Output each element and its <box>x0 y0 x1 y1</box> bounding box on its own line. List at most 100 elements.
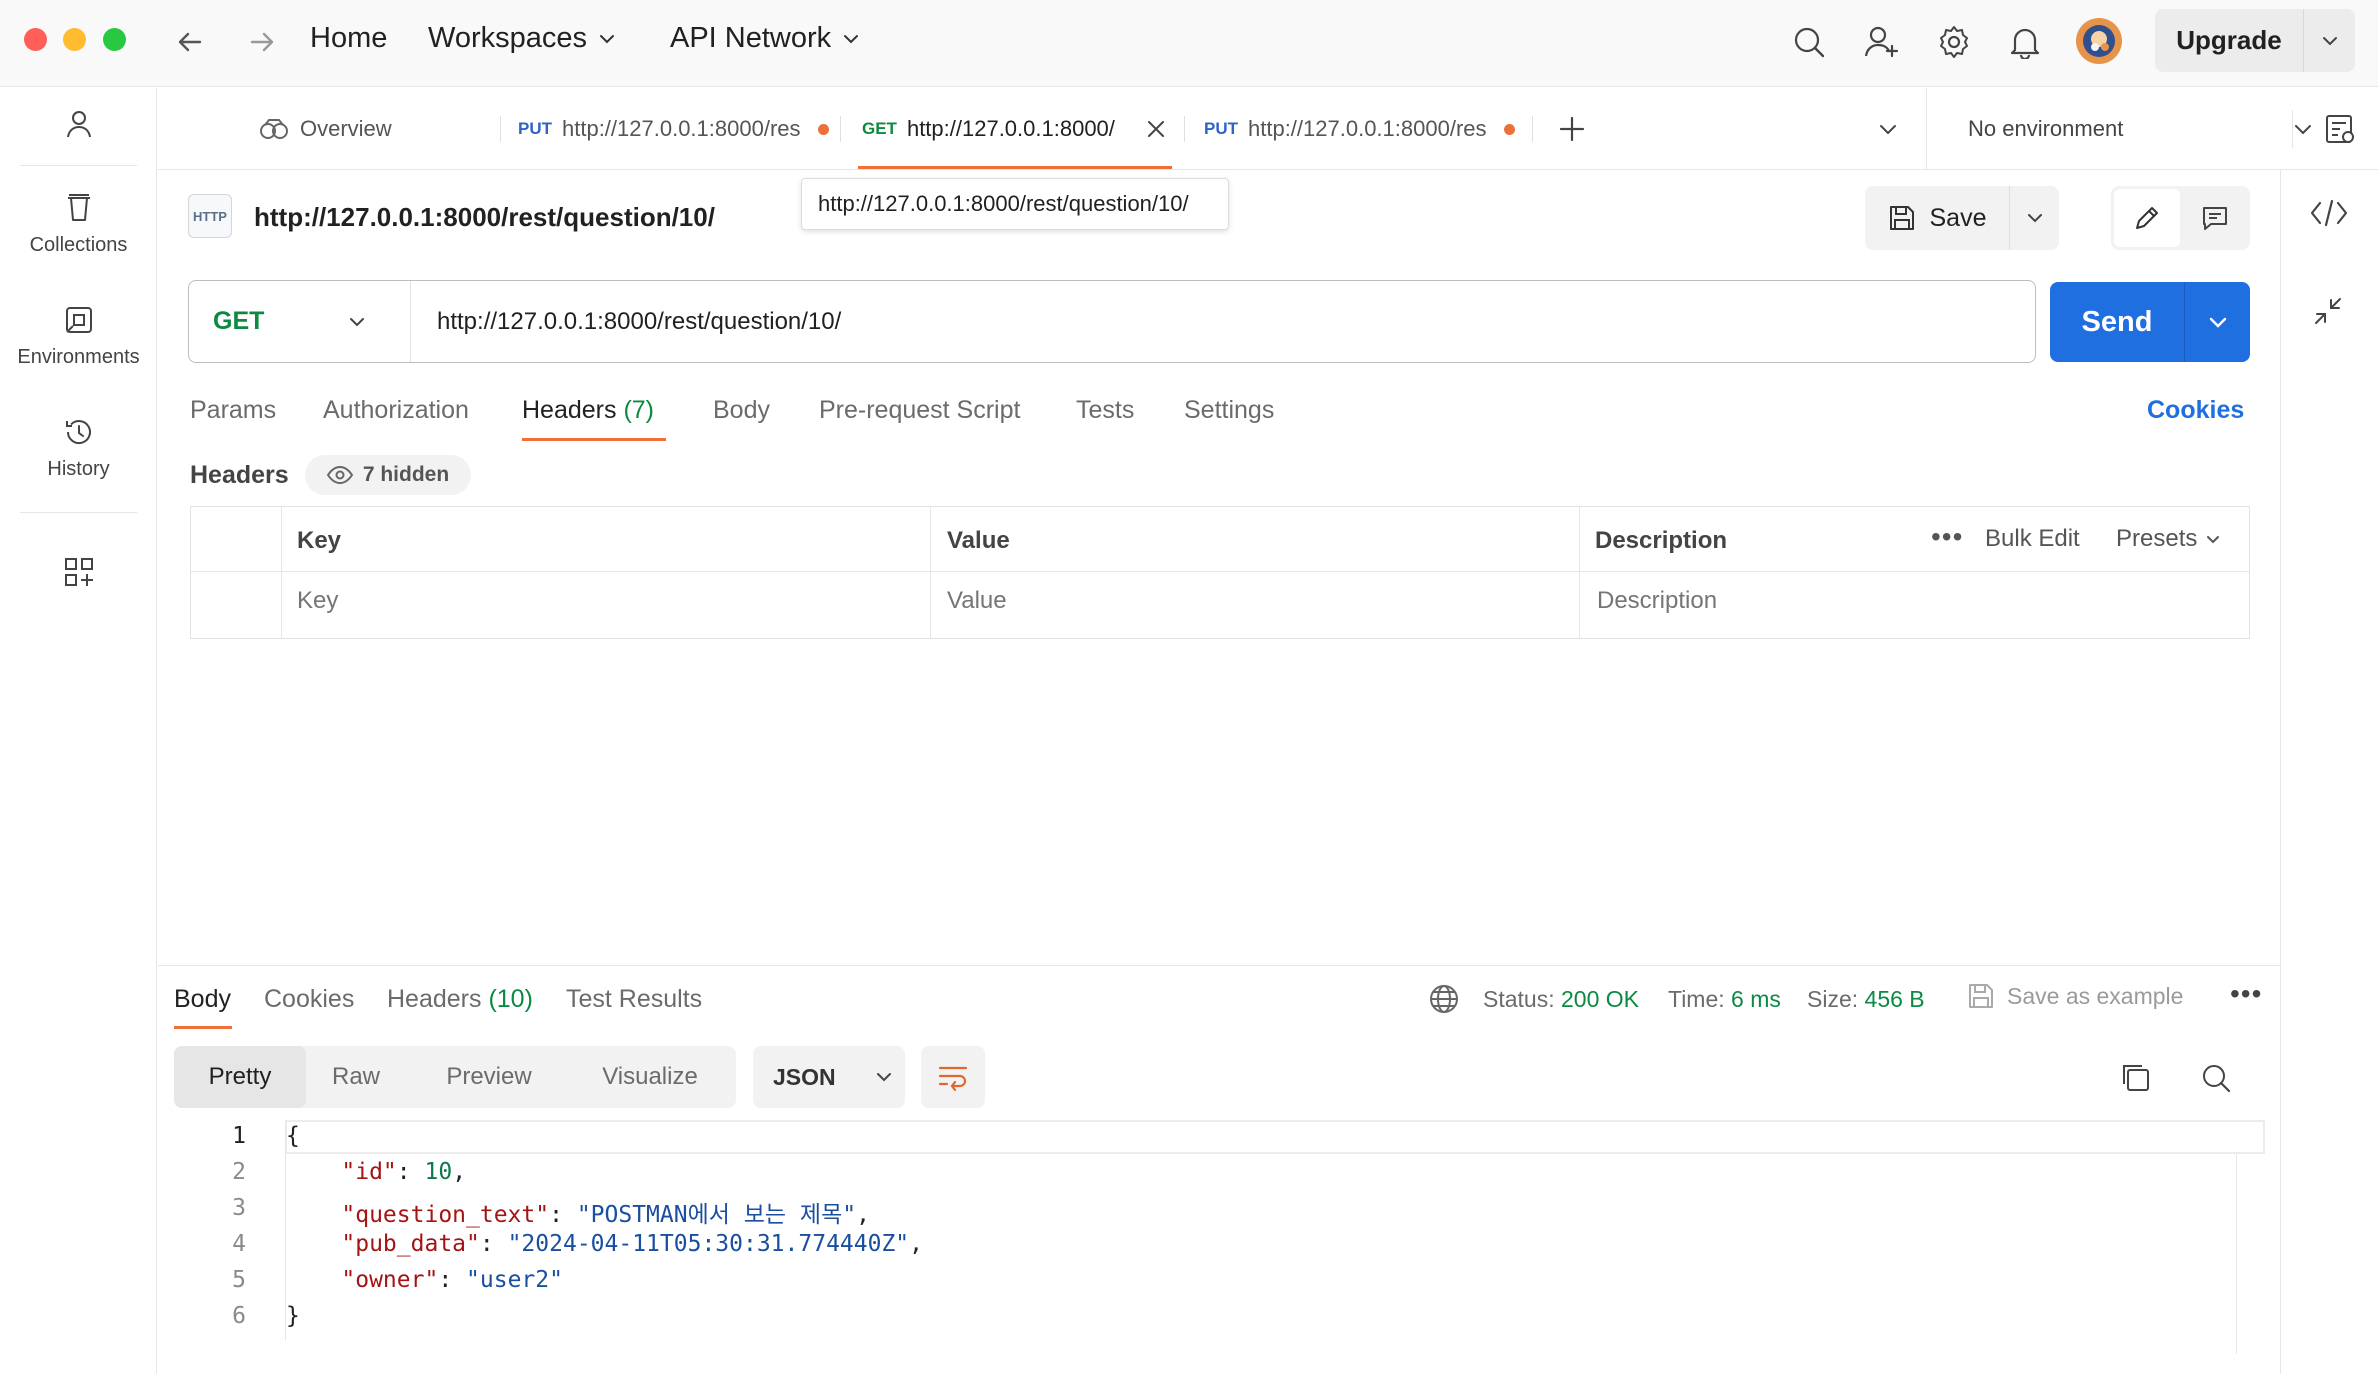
save-as-example-button[interactable]: Save as example <box>1967 982 2183 1010</box>
sidebar-item-apps[interactable] <box>0 556 157 588</box>
line-number: 2 <box>232 1159 246 1185</box>
environment-icon <box>65 307 92 333</box>
upgrade-button[interactable]: Upgrade <box>2155 25 2303 56</box>
sidebar-item-environments[interactable]: Environments <box>0 304 157 369</box>
view-visualize[interactable]: Visualize <box>570 1046 730 1108</box>
send-dropdown-button[interactable] <box>2185 311 2250 333</box>
header-value-input[interactable] <box>947 587 1567 615</box>
window-close-button[interactable] <box>24 28 47 51</box>
pencil-icon <box>2136 207 2158 229</box>
format-select[interactable]: JSON <box>753 1046 905 1108</box>
response-status: Status: 200 OK <box>1483 986 1639 1012</box>
apps-icon <box>64 558 93 586</box>
response-divider[interactable] <box>158 965 2280 966</box>
save-button[interactable]: Save <box>1865 186 2009 250</box>
response-tab-cookies[interactable]: Cookies <box>264 985 354 1014</box>
cookies-link[interactable]: Cookies <box>2147 396 2244 425</box>
divider <box>500 116 501 142</box>
header-description-input[interactable] <box>1597 587 2217 615</box>
hidden-headers-toggle[interactable]: 7 hidden <box>305 455 471 495</box>
response-tab-body[interactable]: Body <box>174 985 231 1014</box>
request-title[interactable]: http://127.0.0.1:8000/rest/question/10/ <box>254 202 715 233</box>
tab-settings[interactable]: Settings <box>1184 396 1274 425</box>
new-tab-button[interactable] <box>1550 88 1594 170</box>
collapse-icon[interactable] <box>2313 296 2343 326</box>
response-size[interactable]: Size: 456 B <box>1807 986 1925 1013</box>
save-icon <box>1889 206 1914 230</box>
response-view-segmented-control: Pretty Raw Preview Visualize <box>174 1046 736 1108</box>
tab-pre-request-script[interactable]: Pre-request Script <box>819 396 1020 425</box>
unsaved-dot <box>1504 123 1515 135</box>
sidebar-item-user[interactable] <box>0 108 157 140</box>
unsaved-dot <box>818 123 829 135</box>
send-button[interactable]: Send <box>2050 282 2184 362</box>
workspaces-menu[interactable]: Workspaces <box>428 22 617 55</box>
wrap-lines-button[interactable] <box>921 1046 985 1108</box>
upgrade-dropdown-button[interactable] <box>2304 31 2355 51</box>
more-options-icon[interactable]: ••• <box>2230 978 2262 1010</box>
presets-dropdown[interactable]: Presets <box>2116 525 2221 553</box>
edit-button[interactable] <box>2114 189 2180 247</box>
bulk-edit-button[interactable]: Bulk Edit <box>1985 525 2080 553</box>
tab-overview[interactable]: Overview <box>258 88 558 170</box>
invite-user-icon[interactable] <box>1860 20 1904 64</box>
tab-request-put-2[interactable]: PUT http://127.0.0.1:8000/res <box>1204 88 1516 170</box>
forward-arrow-icon[interactable] <box>240 20 284 64</box>
view-raw[interactable]: Raw <box>306 1046 406 1108</box>
divider <box>840 116 841 142</box>
chevron-down-icon <box>2322 36 2337 45</box>
tab-tests[interactable]: Tests <box>1076 396 1134 425</box>
divider <box>1184 116 1185 142</box>
divider <box>1532 116 1533 142</box>
tab-authorization[interactable]: Authorization <box>323 396 469 425</box>
chevron-down-icon <box>844 34 859 43</box>
more-options-icon[interactable]: ••• <box>1931 521 1963 553</box>
sidebar-item-collections[interactable]: Collections <box>0 192 157 257</box>
avatar[interactable] <box>2074 16 2124 66</box>
tab-params[interactable]: Params <box>190 396 276 425</box>
response-tab-test-results[interactable]: Test Results <box>566 985 702 1014</box>
copy-icon[interactable] <box>2118 1060 2152 1094</box>
tab-request-get-active[interactable]: GET http://127.0.0.1:8000/ <box>862 88 1180 170</box>
code-line: "id": 10, <box>341 1159 467 1185</box>
header-key-input[interactable] <box>297 587 917 615</box>
globe-icon[interactable] <box>1428 983 1460 1015</box>
method-select[interactable]: GET <box>189 281 411 362</box>
code-line: "question_text": "POSTMAN에서 보는 제목", <box>341 1202 870 1228</box>
environment-quick-look-button[interactable] <box>2310 88 2370 170</box>
url-input[interactable]: http://127.0.0.1:8000/rest/question/10/ <box>411 308 2035 336</box>
bell-icon[interactable] <box>2003 20 2047 64</box>
response-tab-headers[interactable]: Headers (10) <box>387 985 533 1014</box>
user-icon <box>66 111 91 138</box>
view-pretty[interactable]: Pretty <box>174 1046 306 1108</box>
title-bar: Home Workspaces API Network Upgrade <box>0 0 2378 87</box>
tabs-overflow-button[interactable] <box>1864 88 1912 170</box>
comments-button[interactable] <box>2183 189 2247 247</box>
home-link[interactable]: Home <box>310 22 387 55</box>
gear-icon[interactable] <box>1932 20 1976 64</box>
tab-request-put-1[interactable]: PUT http://127.0.0.1:8000/res <box>518 88 830 170</box>
search-icon[interactable] <box>1787 20 1831 64</box>
active-tab-underline <box>522 438 666 441</box>
request-url-bar: GET http://127.0.0.1:8000/rest/question/… <box>188 280 2036 363</box>
save-icon <box>1969 984 1993 1008</box>
tab-headers[interactable]: Headers (7) <box>522 396 654 425</box>
api-network-menu[interactable]: API Network <box>670 22 861 55</box>
window-minimize-button[interactable] <box>63 28 86 51</box>
window-zoom-button[interactable] <box>103 28 126 51</box>
response-body-editor[interactable]: 1 2 3 4 5 6 { "id": 10, "question_text":… <box>200 1120 2264 1340</box>
upgrade-button-group: Upgrade <box>2155 9 2355 72</box>
save-dropdown-button[interactable] <box>2010 208 2059 228</box>
close-icon[interactable] <box>1145 118 1167 140</box>
divider <box>2292 110 2293 148</box>
divider <box>191 571 2249 572</box>
tab-body[interactable]: Body <box>713 396 770 425</box>
back-arrow-icon[interactable] <box>168 20 212 64</box>
sidebar-item-label: Environments <box>17 346 140 368</box>
view-preview[interactable]: Preview <box>414 1046 564 1108</box>
sidebar-item-history[interactable]: History <box>0 416 157 481</box>
search-icon[interactable] <box>2200 1062 2232 1094</box>
response-time[interactable]: Time: 6 ms <box>1668 986 1781 1013</box>
code-snippet-icon[interactable] <box>2309 198 2349 228</box>
chevron-down-icon <box>1880 125 1896 135</box>
